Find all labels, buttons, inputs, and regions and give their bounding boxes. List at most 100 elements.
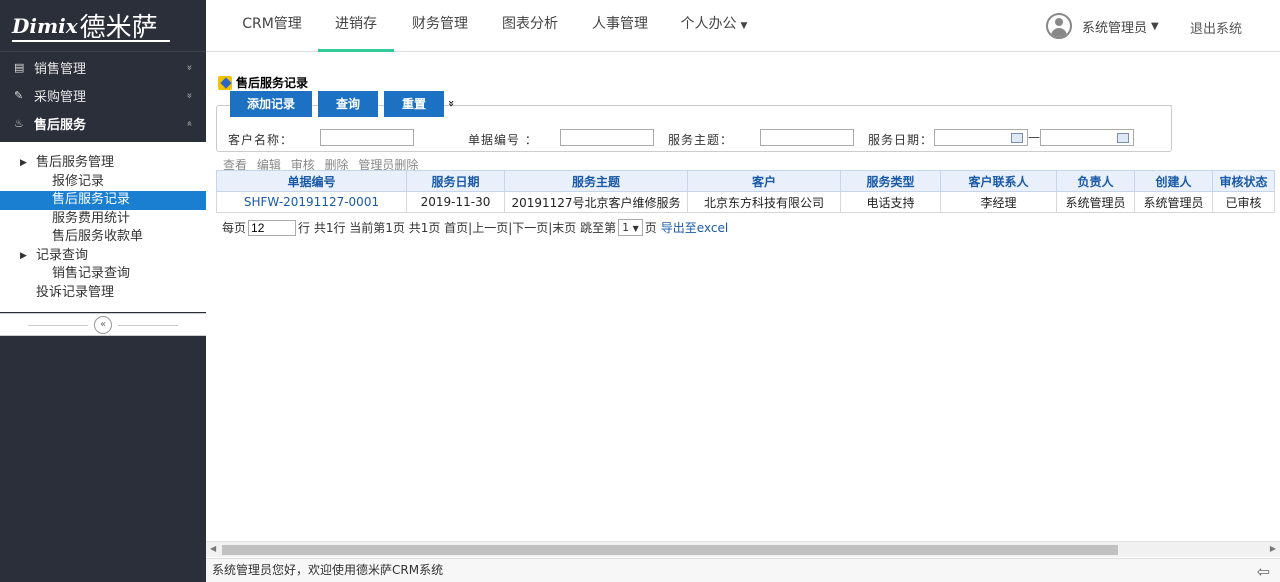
sidebar-group-label: 销售管理 [34,61,87,77]
submenu-label: 报修记录 [52,173,105,189]
tab-charts[interactable]: 图表分析 [494,0,566,52]
submenu-label: 售后服务记录 [52,192,131,207]
cell-service-type: 电话支持 [840,191,941,213]
scrollbar-thumb[interactable] [222,545,1118,555]
table-icon: ▤ [14,60,25,74]
tab-label: 个人办公 [680,16,737,32]
scroll-left-icon[interactable]: ◀ [210,544,216,553]
sidebar-collapse-bar: « [0,313,206,336]
submenu-repair-records[interactable]: 报修记录 [0,173,206,192]
caret-right-icon: ▶ [20,158,27,168]
sidebar-group-label: 采购管理 [34,89,87,105]
add-record-button[interactable]: 添加记录 [230,91,312,117]
submenu-label: 销售记录查询 [52,266,131,281]
date-separator: — [1028,130,1040,144]
col-service-date[interactable]: 服务日期 [406,170,505,192]
pager-summary: 行 共1行 当前第1页 共1页 首页|上一页|下一页|末页 跳至第 [298,221,617,235]
sidebar-group-sales[interactable]: ▤ 销售管理 » [0,53,206,81]
submenu-label: 记录查询 [36,247,89,263]
col-audit-status[interactable]: 审核状态 [1212,170,1275,192]
record-icon [218,75,232,90]
per-page-input[interactable] [248,219,297,236]
reset-button[interactable]: 重置 [384,91,444,117]
pager-per-page-prefix: 每页 [222,221,247,235]
avatar [1046,13,1072,39]
cell-customer: 北京东方科技有限公司 [687,191,841,213]
cell-creator: 系统管理员 [1134,191,1213,213]
page-title-text: 售后服务记录 [236,76,309,90]
tab-personal-office[interactable]: 个人办公 ▼ [672,0,756,52]
back-arrow-icon[interactable]: ⇦ [1257,561,1270,582]
horizontal-scrollbar[interactable]: ◀ ▶ [206,541,1280,557]
logo-underline [12,40,170,42]
caret-down-icon: ▼ [632,224,639,233]
query-button[interactable]: 查询 [318,91,378,117]
page-select[interactable]: 1 ▼ [618,219,643,236]
col-doc-no[interactable]: 单据编号 [216,170,407,192]
logo-chinese: 德米萨 [79,13,158,43]
col-subject[interactable]: 服务主题 [504,170,688,192]
toggle-search-icon[interactable]: » [445,100,458,107]
scroll-right-icon[interactable]: ▶ [1270,544,1276,553]
date-to-input[interactable] [1040,129,1134,146]
cell-contact: 李经理 [940,191,1057,213]
col-customer[interactable]: 客户 [687,170,841,192]
submenu-label: 售后服务收款单 [52,229,144,244]
expand-icon: » [183,63,195,71]
sidebar: Dimix 德米萨 ▤ 销售管理 » ✎ 采购管理 » ♨ 售后服务 « ▶ 售… [0,0,206,582]
date-from-input[interactable] [934,129,1028,146]
customer-name-label: 客户名称： [228,133,294,147]
service-date-label: 服务日期： [868,133,934,147]
pager: 每页 行 共1行 当前第1页 共1页 首页|上一页|下一页|末页 跳至第 1 ▼… [222,219,728,236]
tab-hr[interactable]: 人事管理 [584,0,656,52]
fire-icon: ♨ [14,116,24,130]
caret-down-icon: ▼ [1151,20,1159,32]
customer-name-input[interactable] [320,129,414,146]
user-name: 系统管理员 [1082,20,1148,36]
page-select-value: 1 [622,221,630,234]
submenu-record-query[interactable]: ▶ 记录查询 [0,247,206,266]
status-message: 系统管理员您好，欢迎使用德米萨CRM系统 [212,563,444,577]
status-bar: 系统管理员您好，欢迎使用德米萨CRM系统 ⇦ [206,558,1280,582]
table-row[interactable]: SHFW-20191127-0001 2019-11-30 20191127号北… [216,191,1275,213]
submenu-service-fee-stats[interactable]: 服务费用统计 [0,210,206,229]
page-title: 售后服务记录 [218,74,308,91]
tab-finance[interactable]: 财务管理 [404,0,476,52]
user-menu[interactable]: 系统管理员 ▼ [1046,12,1159,40]
submenu-complaint-management[interactable]: 投诉记录管理 [0,284,206,303]
doc-no-input[interactable] [560,129,654,146]
cell-doc-no[interactable]: SHFW-20191127-0001 [216,191,407,213]
col-owner[interactable]: 负责人 [1056,170,1135,192]
submenu-after-sales-management[interactable]: ▶ 售后服务管理 [0,154,206,173]
export-excel-link[interactable]: 导出至excel [661,219,728,236]
col-creator[interactable]: 创建人 [1134,170,1213,192]
submenu-service-receipts[interactable]: 售后服务收款单 [0,228,206,247]
calendar-icon[interactable] [1011,133,1023,143]
table-header-row: 单据编号 服务日期 服务主题 客户 服务类型 客户联系人 负责人 创建人 审核状… [216,170,1275,192]
pager-page-suffix: 页 [644,221,657,235]
cell-subject: 20191127号北京客户维修服务 [504,191,688,213]
caret-down-icon: ▼ [740,21,748,31]
submenu-service-records[interactable]: 售后服务记录 [0,191,206,210]
submenu-label: 售后服务管理 [36,155,115,170]
sidebar-group-purchase[interactable]: ✎ 采购管理 » [0,81,206,109]
edit-icon: ✎ [14,88,24,102]
main-content: 售后服务记录 添加记录 查询 重置 » 客户名称： 单据编号 ： 服务主题： 服… [206,53,1280,541]
logo: Dimix 德米萨 [0,0,206,52]
collapse-icon: « [183,119,195,127]
top-navigation: CRM管理 进销存 财务管理 图表分析 人事管理 个人办公 ▼ 系统管理员 ▼ 退… [206,0,1280,52]
calendar-icon[interactable] [1117,133,1129,143]
subject-input[interactable] [760,129,854,146]
records-table: 单据编号 服务日期 服务主题 客户 服务类型 客户联系人 负责人 创建人 审核状… [216,170,1275,213]
cell-audit-status: 已审核 [1212,191,1275,213]
cell-owner: 系统管理员 [1056,191,1135,213]
submenu-label: 服务费用统计 [52,210,131,226]
collapse-sidebar-button[interactable]: « [94,316,112,334]
col-service-type[interactable]: 服务类型 [840,170,941,192]
submenu-sales-record-query[interactable]: 销售记录查询 [0,265,206,284]
col-contact[interactable]: 客户联系人 [940,170,1057,192]
tab-crm[interactable]: CRM管理 [236,0,308,52]
tab-inventory[interactable]: 进销存 [318,0,394,52]
sidebar-group-after-sales[interactable]: ♨ 售后服务 « [0,109,206,137]
logout-link[interactable]: 退出系统 [1190,18,1242,37]
